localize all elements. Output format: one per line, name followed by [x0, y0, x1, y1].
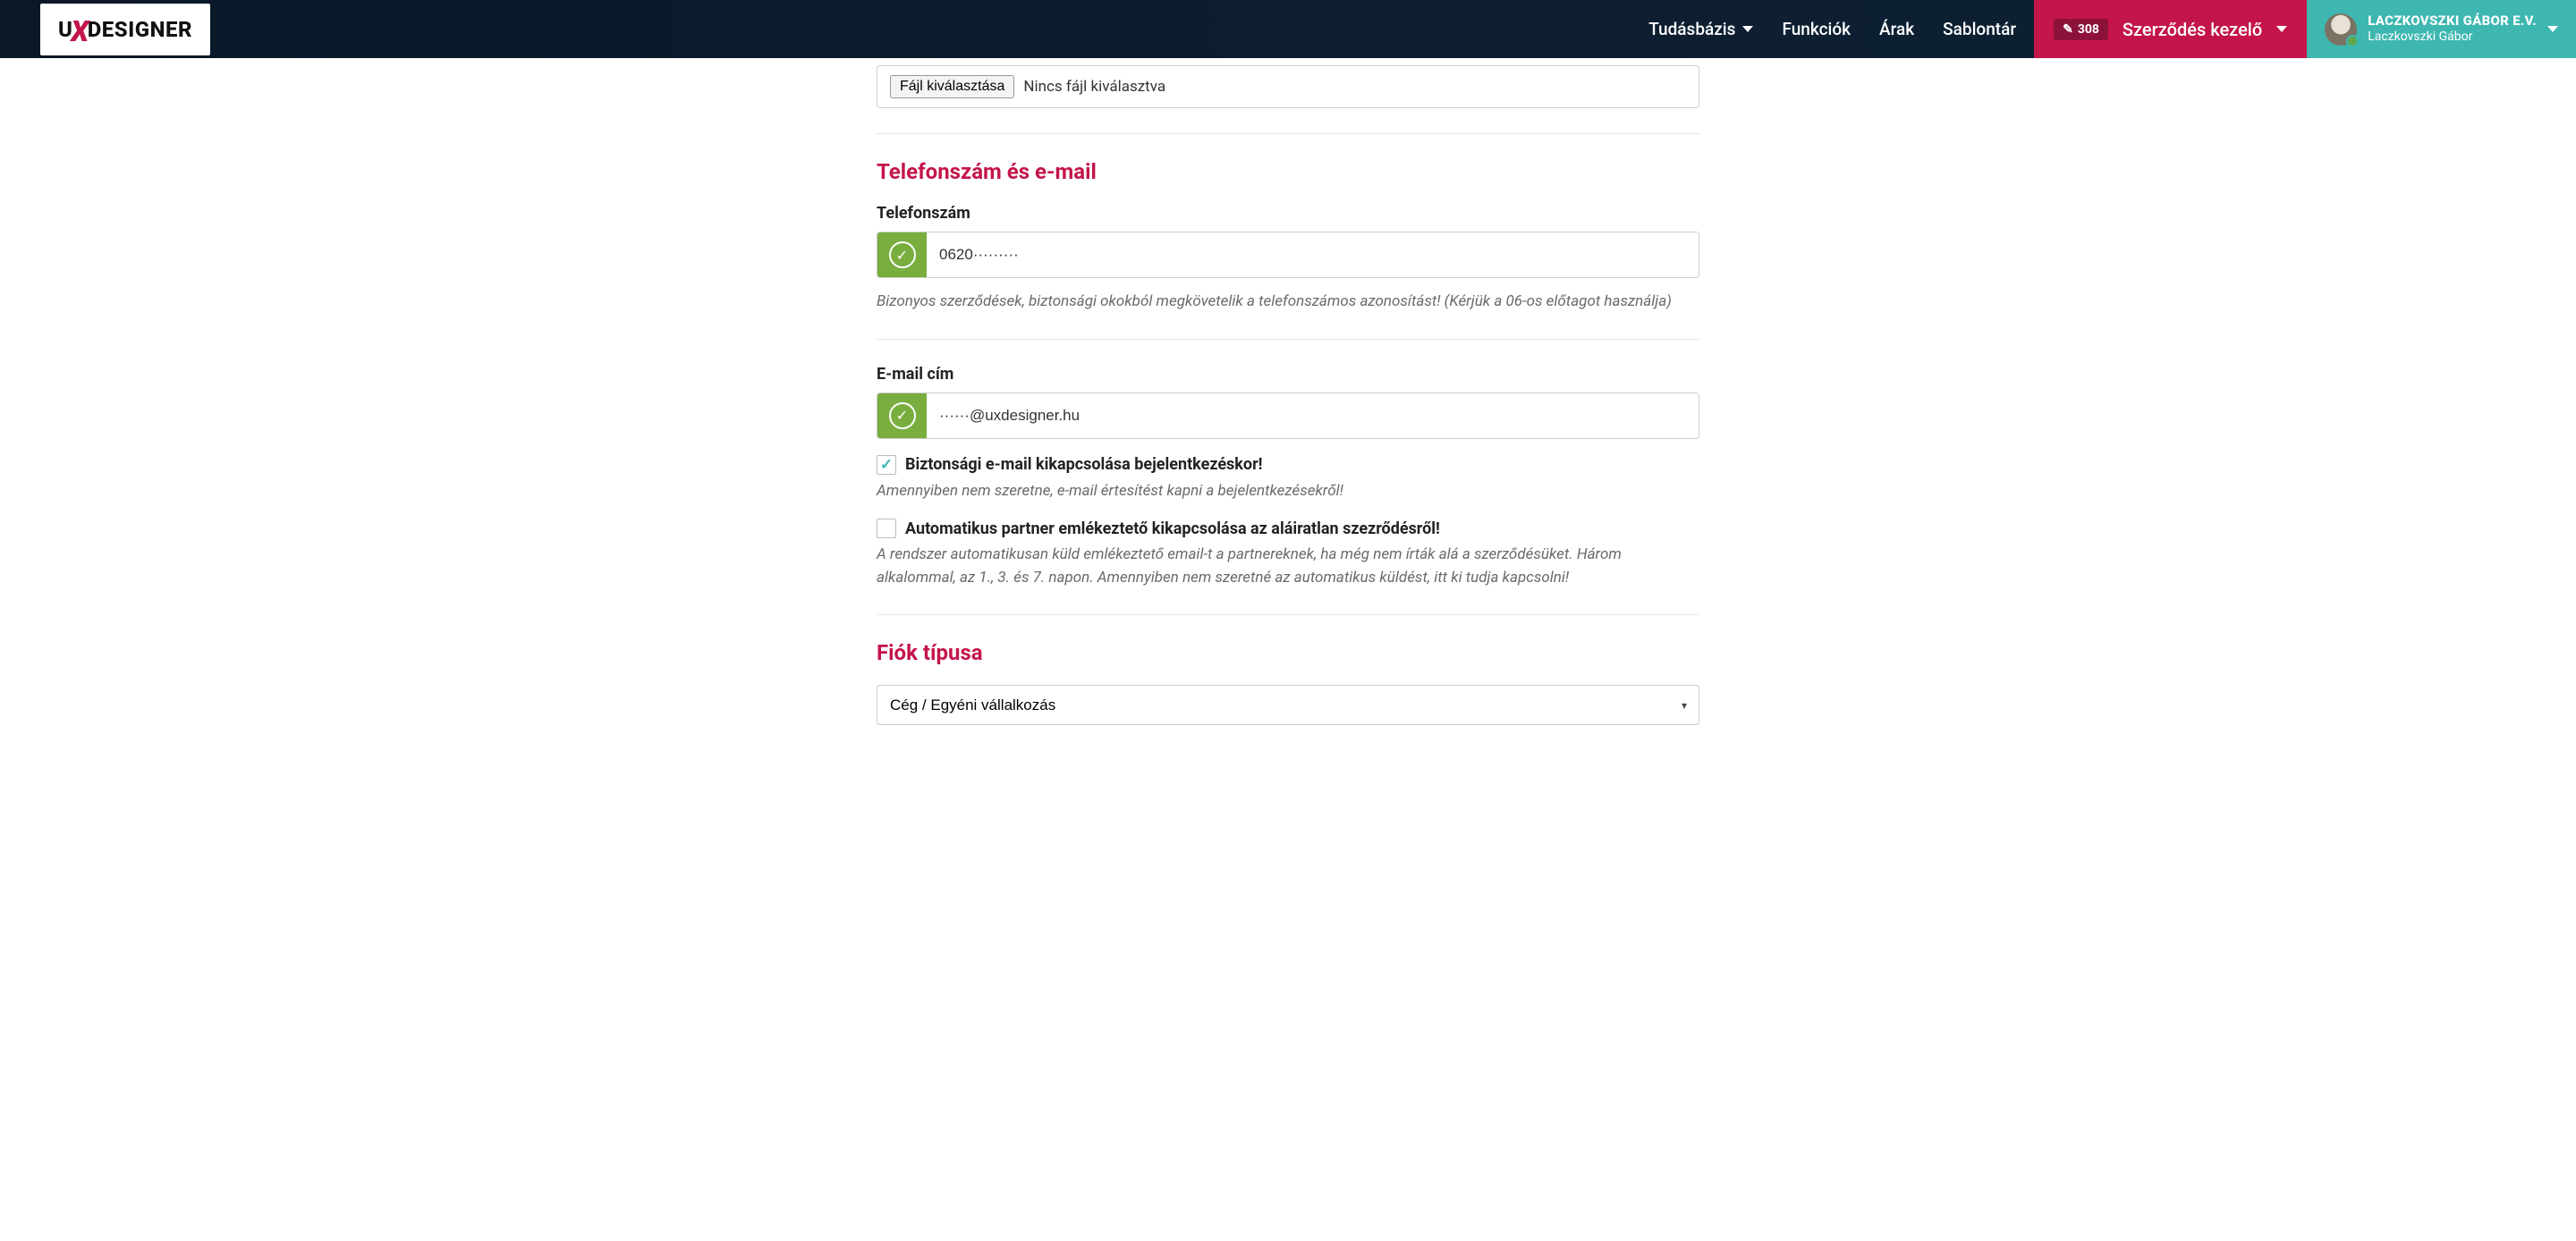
check-circle-icon: ✓ [889, 241, 916, 268]
phone-label: Telefonszám [877, 204, 1699, 223]
email-label: E-mail cím [877, 365, 1699, 384]
checkbox-label: Automatikus partner emlékeztető kikapcso… [905, 519, 1440, 538]
nav-functions[interactable]: Funkciók [1782, 19, 1851, 39]
nav-prices[interactable]: Árak [1879, 19, 1914, 39]
auto-reminder-checkbox[interactable] [877, 519, 896, 538]
file-status: Nincs fájl kiválasztva [1023, 78, 1165, 96]
main-nav: Tudásbázis Funkciók Árak Sablontár [1648, 0, 2034, 58]
validated-badge: ✓ [877, 393, 927, 438]
logo-wrap: U X DESIGNER [0, 0, 228, 58]
divider [877, 133, 1699, 134]
contract-count-badge: ✎ 308 [2054, 19, 2108, 40]
user-info: LACZKOVSZKI GÁBOR E.V. Laczkovszki Gábor [2368, 13, 2537, 45]
contract-label: Szerződés kezelő [2123, 19, 2262, 40]
section-title-phone-email: Telefonszám és e-mail [877, 159, 1699, 184]
phone-input-wrap: ✓ [877, 232, 1699, 278]
nav-label: Tudásbázis [1648, 19, 1735, 39]
logo-text-x: X [71, 14, 89, 48]
phone-input[interactable] [927, 232, 1699, 277]
email-input-wrap: ✓ [877, 393, 1699, 439]
nav-knowledge[interactable]: Tudásbázis [1648, 19, 1753, 39]
checkbox-row-auto-reminder: Automatikus partner emlékeztető kikapcso… [877, 519, 1699, 538]
section-title-account: Fiók típusa [877, 640, 1699, 665]
check-circle-icon: ✓ [889, 402, 916, 429]
user-menu[interactable]: LACZKOVSZKI GÁBOR E.V. Laczkovszki Gábor [2307, 0, 2576, 58]
online-status-icon [2346, 35, 2359, 47]
contract-count: 308 [2078, 22, 2099, 37]
avatar [2325, 13, 2357, 46]
contract-manager-button[interactable]: ✎ 308 Szerződés kezelő [2034, 0, 2307, 58]
checkbox-label: Biztonsági e-mail kikapcsolása bejelentk… [905, 455, 1263, 474]
checkbox-helper: A rendszer automatikusan küld emlékeztet… [877, 544, 1699, 589]
check-icon: ✓ [896, 247, 908, 264]
validated-badge: ✓ [877, 232, 927, 277]
account-type-select[interactable]: Cég / Egyéni vállalkozás [877, 685, 1699, 725]
email-input[interactable] [927, 393, 1699, 438]
check-icon: ✓ [896, 407, 908, 424]
user-sub: Laczkovszki Gábor [2368, 30, 2537, 46]
caret-down-icon [2547, 26, 2558, 32]
logo[interactable]: U X DESIGNER [40, 4, 210, 55]
security-email-checkbox[interactable] [877, 455, 896, 475]
document-icon: ✎ [2063, 22, 2073, 37]
main-content: Fájl kiválasztása Nincs fájl kiválasztva… [868, 65, 1708, 761]
caret-down-icon [1742, 26, 1753, 32]
file-select-button[interactable]: Fájl kiválasztása [890, 75, 1014, 98]
phone-helper: Bizonyos szerződések, biztonsági okokból… [877, 291, 1699, 314]
nav-templates[interactable]: Sablontár [1943, 19, 2016, 39]
caret-down-icon [2276, 26, 2287, 32]
user-name: LACZKOVSZKI GÁBOR E.V. [2368, 13, 2537, 30]
divider [877, 339, 1699, 340]
divider [877, 614, 1699, 615]
account-type-select-wrap: Cég / Egyéni vállalkozás ▾ [877, 685, 1699, 725]
logo-text-suffix: DESIGNER [88, 17, 192, 42]
main-header: U X DESIGNER Tudásbázis Funkciók Árak Sa… [0, 0, 2576, 58]
checkbox-helper: Amennyiben nem szeretne, e-mail értesíté… [877, 480, 1699, 503]
file-upload-row: Fájl kiválasztása Nincs fájl kiválasztva [877, 65, 1699, 108]
checkbox-row-security-email: Biztonsági e-mail kikapcsolása bejelentk… [877, 455, 1699, 475]
